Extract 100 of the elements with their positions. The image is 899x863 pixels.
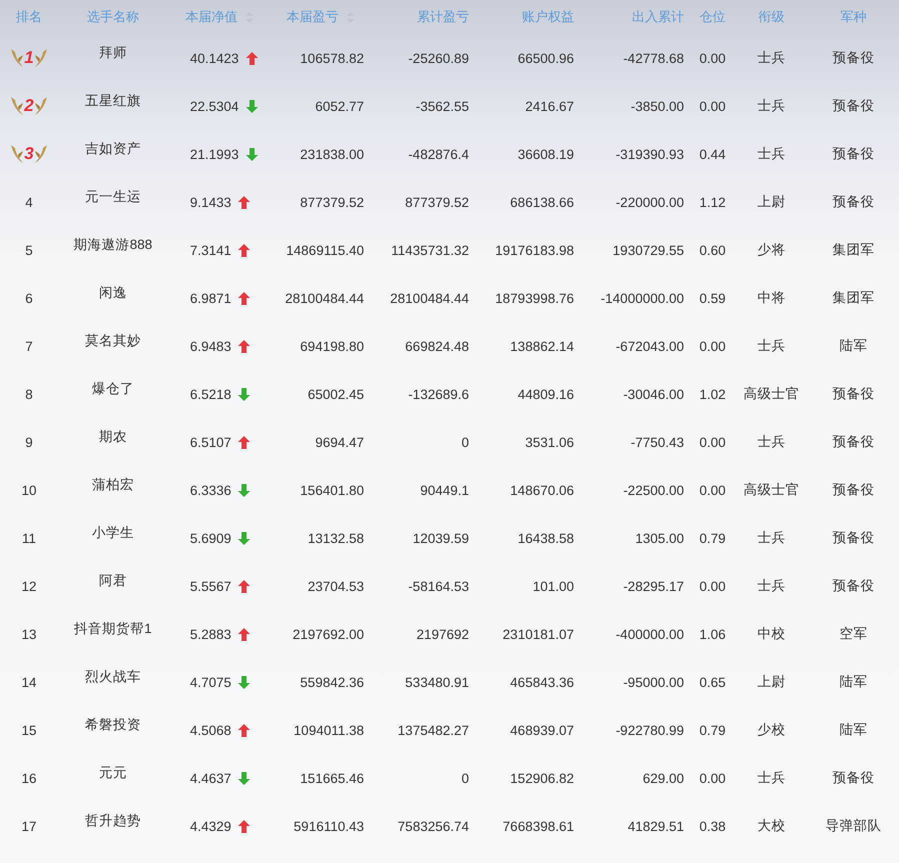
table-cell: 士兵 xyxy=(758,97,786,115)
table-cell: -58164.53 xyxy=(408,578,469,594)
table-cell: 0.00 xyxy=(699,434,726,450)
column-header: 出入累计 xyxy=(632,8,684,26)
table-cell: 预备役 xyxy=(832,433,874,451)
column-header[interactable]: 本届盈亏 xyxy=(286,8,354,26)
table-cell: 1375482.27 xyxy=(398,722,469,738)
table-cell: -132689.6 xyxy=(408,386,469,402)
table-cell: 5916110.43 xyxy=(294,818,364,834)
table-cell: 4.5068 xyxy=(190,722,232,738)
table-cell: -922780.99 xyxy=(616,722,684,738)
table-cell: 陆军 xyxy=(840,721,868,739)
table-cell: 2197692.00 xyxy=(292,626,364,642)
player-name: 抖音期货帮1 xyxy=(74,620,152,638)
table-cell: 14869115.40 xyxy=(286,242,364,258)
table-cell: 106578.82 xyxy=(300,50,364,66)
rank-number: 12 xyxy=(21,578,37,594)
table-cell: 6.9483 xyxy=(190,338,232,354)
table-cell: 3531.06 xyxy=(525,434,574,450)
player-name: 蒲柏宏 xyxy=(92,476,134,494)
rank-number: 9 xyxy=(25,434,33,450)
table-cell: -28295.17 xyxy=(623,578,684,594)
column-header: 军种 xyxy=(840,8,866,26)
table-cell: 士兵 xyxy=(758,337,786,355)
table-cell: 7668398.61 xyxy=(502,818,574,834)
table-cell: -482876.4 xyxy=(408,146,469,162)
table-cell: 空军 xyxy=(840,625,868,643)
table-cell: 少将 xyxy=(758,241,786,259)
table-cell: 5.6909 xyxy=(190,530,232,546)
table-cell: 40.1423 xyxy=(190,50,239,66)
table-cell: 4.7075 xyxy=(190,674,232,690)
table-cell: 0.59 xyxy=(699,290,726,306)
table-cell: 士兵 xyxy=(758,577,786,595)
table-cell: 13132.58 xyxy=(308,530,364,546)
rank-number: 10 xyxy=(21,482,37,498)
table-cell: 41829.51 xyxy=(628,818,684,834)
table-cell: -400000.00 xyxy=(616,626,684,642)
table-cell: 533480.91 xyxy=(405,674,469,690)
rank-number: 6 xyxy=(25,290,33,306)
table-cell: 4.4637 xyxy=(190,770,232,786)
table-cell: 0.00 xyxy=(699,578,726,594)
table-cell: -319390.93 xyxy=(616,146,684,162)
table-cell: 预备役 xyxy=(832,529,874,547)
player-name: 爆仓了 xyxy=(92,380,134,398)
table-cell: 士兵 xyxy=(758,769,786,787)
table-cell: 6.5218 xyxy=(190,386,232,402)
table-cell: 4.4329 xyxy=(190,818,232,834)
table-cell: 上尉 xyxy=(758,193,786,211)
column-header: 选手名称 xyxy=(87,8,139,26)
table-cell: -3850.00 xyxy=(630,98,684,114)
column-header[interactable]: 本届净值 xyxy=(186,8,252,26)
table-cell: 19176183.98 xyxy=(495,242,574,258)
column-header: 仓位 xyxy=(700,8,726,26)
table-cell: -3562.55 xyxy=(416,98,469,114)
table-cell: 0.00 xyxy=(699,50,726,66)
player-name: 元一生运 xyxy=(85,188,141,206)
table-cell: 2310181.07 xyxy=(502,626,574,642)
table-cell: 686138.66 xyxy=(510,194,574,210)
table-cell: 0 xyxy=(461,434,469,450)
table-cell: 36608.19 xyxy=(518,146,574,162)
table-cell: -95000.00 xyxy=(623,674,684,690)
table-cell: 预备役 xyxy=(832,385,874,403)
player-name: 小学生 xyxy=(92,524,134,542)
table-cell: 陆军 xyxy=(840,337,868,355)
player-name: 拜师 xyxy=(99,44,127,62)
player-name: 阿君 xyxy=(99,572,127,590)
table-cell: 559842.36 xyxy=(300,674,364,690)
table-cell: -220000.00 xyxy=(616,194,684,210)
table-cell: 44809.16 xyxy=(518,386,574,402)
table-cell: 1305.00 xyxy=(635,530,684,546)
table-cell: 465843.36 xyxy=(510,674,574,690)
table-cell: 28100484.44 xyxy=(390,290,469,306)
table-cell: 士兵 xyxy=(758,529,786,547)
player-name: 吉如资产 xyxy=(85,140,141,158)
table-cell: 预备役 xyxy=(832,97,874,115)
table-cell: 629.00 xyxy=(642,770,684,786)
column-header: 衔级 xyxy=(758,8,784,26)
table-cell: 148670.06 xyxy=(510,482,574,498)
table-cell: 0.00 xyxy=(699,770,726,786)
rank-number: 3 xyxy=(24,144,34,164)
table-cell: 9.1433 xyxy=(190,194,232,210)
table-cell: 5.5567 xyxy=(190,578,232,594)
table-cell: 1094011.38 xyxy=(294,722,364,738)
table-cell: 21.1993 xyxy=(190,146,239,162)
table-cell: -30046.00 xyxy=(623,386,684,402)
table-cell: 101.00 xyxy=(532,578,574,594)
player-name: 哲升趋势 xyxy=(85,812,141,830)
rank-number: 15 xyxy=(21,722,37,738)
table-cell: -25260.89 xyxy=(408,50,469,66)
table-cell: 上尉 xyxy=(758,673,786,691)
table-cell: 0.00 xyxy=(699,482,726,498)
table-cell: 1.06 xyxy=(699,626,726,642)
table-cell: 中将 xyxy=(758,289,786,307)
table-cell: 90449.1 xyxy=(420,482,469,498)
table-cell: 16438.58 xyxy=(518,530,574,546)
column-header: 排名 xyxy=(16,8,42,26)
table-cell: -7750.43 xyxy=(630,434,684,450)
player-name: 闲逸 xyxy=(99,284,127,302)
rank-number: 5 xyxy=(25,242,33,258)
laurel-icon xyxy=(10,48,24,68)
